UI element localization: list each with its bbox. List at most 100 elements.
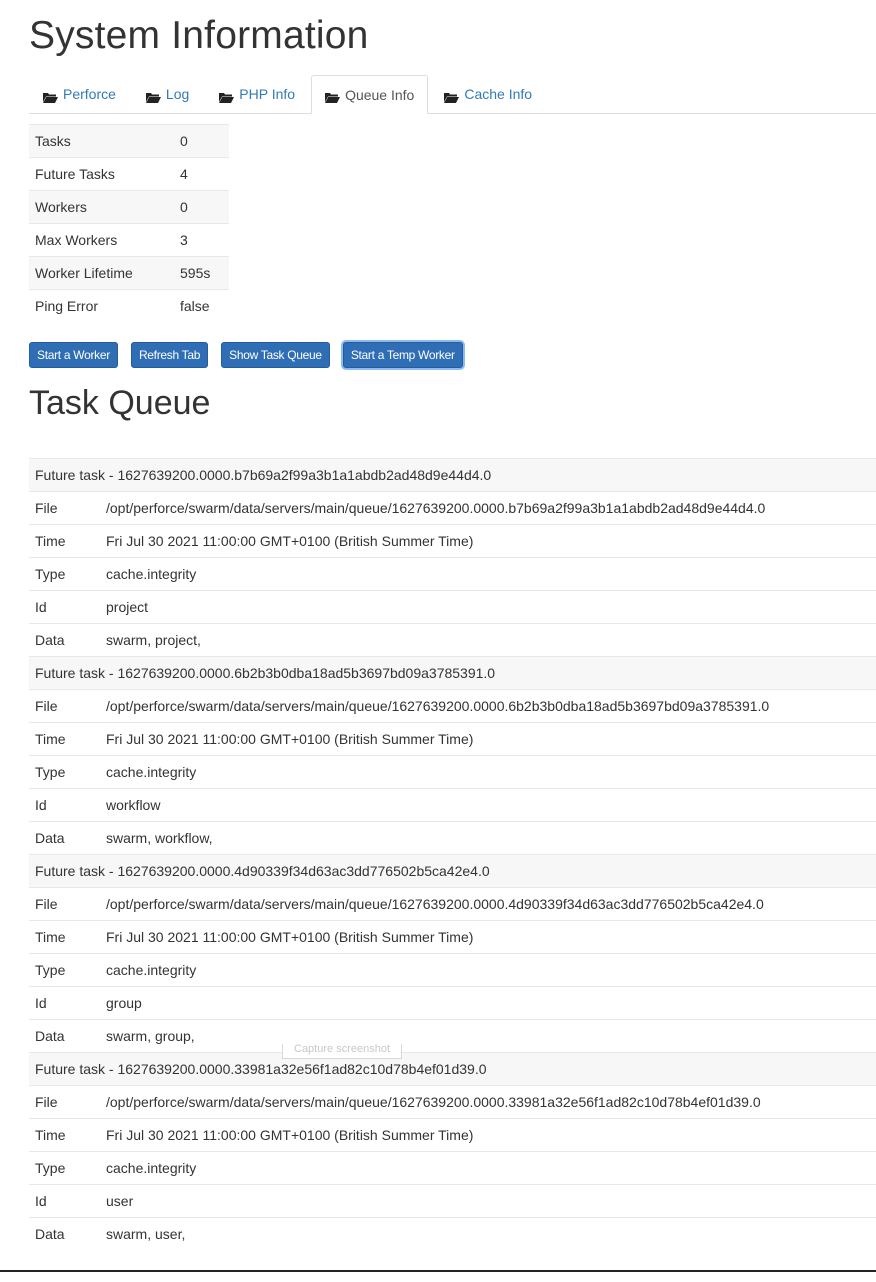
tab-label: Log xyxy=(165,86,190,102)
tab-perforce[interactable]: Perforce xyxy=(29,75,130,113)
task-field-label: File xyxy=(35,698,58,714)
task-field-label: Type xyxy=(35,1160,66,1176)
capture-screenshot-tooltip: Capture screenshot xyxy=(282,1044,402,1059)
stat-value: 0 xyxy=(174,124,229,158)
task-field-row-file: File/opt/perforce/swarm/data/servers/mai… xyxy=(29,491,876,524)
task-field-value: Fri Jul 30 2021 11:00:00 GMT+0100 (Briti… xyxy=(106,533,474,549)
task-field-label: Data xyxy=(35,632,65,648)
task-field-row-id: Id group xyxy=(29,986,876,1019)
stat-row: Tasks 0 xyxy=(29,124,229,158)
task-field-row-data: Data swarm, project, xyxy=(29,623,876,656)
task-field-label: File xyxy=(35,500,58,516)
task-field-value: user xyxy=(106,1193,134,1209)
task-header: Future task - 1627639200.0000.6b2b3b0dba… xyxy=(29,656,876,689)
stat-value: false xyxy=(174,289,229,322)
stat-row: Max Workers 3 xyxy=(29,223,229,257)
bottom-divider xyxy=(0,1270,876,1272)
task-entry: Future task - 1627639200.0000.33981a32e5… xyxy=(29,1052,876,1250)
task-field-value: cache.integrity xyxy=(106,962,197,978)
start-temp-worker-button[interactable]: Start a Temp Worker xyxy=(342,342,463,368)
tab-label: PHP Info xyxy=(239,86,296,102)
task-field-value: Fri Jul 30 2021 11:00:00 GMT+0100 (Briti… xyxy=(106,731,474,747)
task-field-label: Time xyxy=(35,731,66,747)
task-field-value: cache.integrity xyxy=(106,566,197,582)
task-field-label: File xyxy=(35,1094,58,1110)
stat-label: Tasks xyxy=(29,124,174,158)
task-field-row-type: Type cache.integrity xyxy=(29,755,876,788)
task-entry: Future task - 1627639200.0000.4d90339f34… xyxy=(29,854,876,1052)
task-field-label: Data xyxy=(35,1028,65,1044)
folder-open-icon xyxy=(325,90,341,103)
task-field-row-id: Id workflow xyxy=(29,788,876,821)
task-field-row-data: Data swarm, workflow, xyxy=(29,821,876,854)
tab-bar: Perforce Log PHP Info Queue Info Cache Info xyxy=(29,75,876,114)
stat-label: Worker Lifetime xyxy=(29,256,174,290)
task-field-label: Id xyxy=(35,599,47,615)
task-field-row-type: Type cache.integrity xyxy=(29,1151,876,1184)
task-field-label: Type xyxy=(35,764,66,780)
task-field-value: Fri Jul 30 2021 11:00:00 GMT+0100 (Briti… xyxy=(106,929,474,945)
stat-row: Ping Error false xyxy=(29,289,229,322)
page-title: System Information xyxy=(29,14,369,57)
task-field-row-type: Type cache.integrity xyxy=(29,953,876,986)
stat-value: 3 xyxy=(174,223,229,257)
folder-open-icon xyxy=(219,90,235,103)
tab-queue-info[interactable]: Queue Info xyxy=(311,75,429,114)
stat-value: 4 xyxy=(174,157,229,191)
stat-label: Ping Error xyxy=(29,289,174,322)
task-entry: Future task - 1627639200.0000.b7b69a2f99… xyxy=(29,458,876,656)
task-field-value: /opt/perforce/swarm/data/servers/main/qu… xyxy=(106,896,764,912)
task-field-row-file: File/opt/perforce/swarm/data/servers/mai… xyxy=(29,1085,876,1118)
task-field-label: Id xyxy=(35,995,47,1011)
task-field-row-id: Id project xyxy=(29,590,876,623)
task-header: Future task - 1627639200.0000.33981a32e5… xyxy=(29,1052,876,1085)
task-field-value: group xyxy=(106,995,142,1011)
refresh-tab-button[interactable]: Refresh Tab xyxy=(130,342,209,368)
task-field-row-id: Id user xyxy=(29,1184,876,1217)
stat-label: Workers xyxy=(29,190,174,224)
stat-value: 0 xyxy=(174,190,229,224)
folder-open-icon xyxy=(145,90,161,103)
tab-label: Cache Info xyxy=(464,86,533,102)
task-field-row-time: Time Fri Jul 30 2021 11:00:00 GMT+0100 (B… xyxy=(29,722,876,755)
stat-label: Max Workers xyxy=(29,223,174,257)
task-field-row-time: Time Fri Jul 30 2021 11:00:00 GMT+0100 (B… xyxy=(29,1118,876,1151)
action-buttons: Start a Worker Refresh Tab Show Task Que… xyxy=(29,342,476,368)
task-header: Future task - 1627639200.0000.4d90339f34… xyxy=(29,854,876,887)
task-field-row-data: Data swarm, user, xyxy=(29,1217,876,1250)
tab-cache-info[interactable]: Cache Info xyxy=(430,75,546,113)
task-entry: Future task - 1627639200.0000.6b2b3b0dba… xyxy=(29,656,876,854)
stat-label: Future Tasks xyxy=(29,157,174,191)
show-task-queue-button[interactable]: Show Task Queue xyxy=(221,342,330,368)
start-worker-button[interactable]: Start a Worker xyxy=(29,342,118,368)
task-field-value: /opt/perforce/swarm/data/servers/main/qu… xyxy=(106,500,766,516)
task-field-row-file: File/opt/perforce/swarm/data/servers/mai… xyxy=(29,887,876,920)
task-field-value: cache.integrity xyxy=(106,1160,197,1176)
task-field-value: workflow xyxy=(106,797,161,813)
task-field-value: Fri Jul 30 2021 11:00:00 GMT+0100 (Briti… xyxy=(106,1127,474,1143)
task-field-value: swarm, user, xyxy=(106,1226,186,1242)
stat-row: Worker Lifetime 595s xyxy=(29,256,229,290)
task-field-label: Type xyxy=(35,962,66,978)
task-queue-list: Future task - 1627639200.0000.b7b69a2f99… xyxy=(29,458,876,1250)
task-field-value: /opt/perforce/swarm/data/servers/main/qu… xyxy=(106,698,770,714)
task-field-label: Id xyxy=(35,797,47,813)
task-field-value: swarm, project, xyxy=(106,632,201,648)
task-field-value: swarm, group, xyxy=(106,1028,195,1044)
tab-label: Queue Info xyxy=(345,86,415,103)
tab-php-info[interactable]: PHP Info xyxy=(205,75,309,113)
tab-log[interactable]: Log xyxy=(132,75,203,113)
task-header: Future task - 1627639200.0000.b7b69a2f99… xyxy=(29,458,876,491)
folder-open-icon xyxy=(444,90,460,103)
task-field-row-type: Type cache.integrity xyxy=(29,557,876,590)
task-field-row-file: File/opt/perforce/swarm/data/servers/mai… xyxy=(29,689,876,722)
task-field-label: Time xyxy=(35,929,66,945)
task-field-value: /opt/perforce/swarm/data/servers/main/qu… xyxy=(106,1094,761,1110)
task-field-label: Type xyxy=(35,566,66,582)
task-field-label: File xyxy=(35,896,58,912)
stat-row: Workers 0 xyxy=(29,190,229,224)
task-field-label: Id xyxy=(35,1193,47,1209)
task-field-label: Time xyxy=(35,1127,66,1143)
task-field-row-time: Time Fri Jul 30 2021 11:00:00 GMT+0100 (B… xyxy=(29,920,876,953)
task-field-label: Data xyxy=(35,830,65,846)
